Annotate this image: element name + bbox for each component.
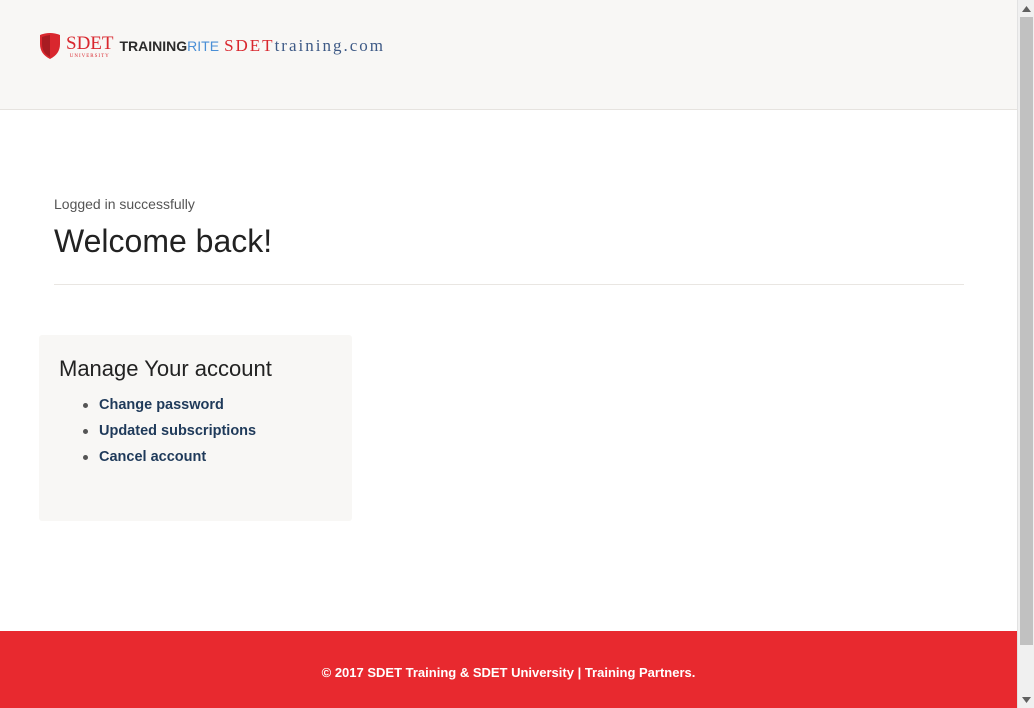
logo-sdettraining-com: SDETtraining.com bbox=[224, 36, 385, 56]
logo-rite-text: RITE bbox=[187, 38, 220, 54]
card-title: Manage Your account bbox=[59, 356, 272, 381]
logo-domain-prefix: SDET bbox=[224, 36, 275, 55]
scroll-up-arrow-icon[interactable] bbox=[1018, 0, 1034, 17]
list-item: Change password bbox=[83, 395, 256, 421]
account-links-list: Change password Updated subscriptions Ca… bbox=[83, 395, 256, 473]
page-title: Welcome back! bbox=[54, 223, 273, 259]
bullet-icon bbox=[83, 403, 88, 408]
site-footer: © 2017 SDET Training & SDET University |… bbox=[0, 631, 1017, 708]
login-status-message: Logged in successfully bbox=[54, 196, 195, 212]
scrollbar-thumb[interactable] bbox=[1020, 17, 1033, 645]
logo-domain-rest: training.com bbox=[274, 36, 385, 55]
logo-university-text: UNIVERSITY bbox=[69, 53, 110, 59]
page-viewport: SDET UNIVERSITY TRAININGRITE SDETtrainin… bbox=[0, 0, 1017, 708]
scroll-down-arrow-icon[interactable] bbox=[1018, 691, 1034, 708]
site-logo[interactable]: SDET UNIVERSITY TRAININGRITE SDETtrainin… bbox=[38, 30, 385, 62]
logo-training-text: TRAINING bbox=[119, 38, 188, 54]
vertical-scrollbar[interactable] bbox=[1017, 0, 1034, 708]
bullet-icon bbox=[83, 455, 88, 460]
change-password-link[interactable]: Change password bbox=[99, 397, 224, 413]
updated-subscriptions-link[interactable]: Updated subscriptions bbox=[99, 423, 256, 439]
logo-sdet-university: SDET UNIVERSITY bbox=[66, 34, 114, 59]
list-item: Updated subscriptions bbox=[83, 421, 256, 447]
divider bbox=[54, 284, 964, 285]
logo-trainingrite: TRAININGRITE bbox=[120, 38, 220, 54]
cancel-account-link[interactable]: Cancel account bbox=[99, 449, 206, 465]
list-item: Cancel account bbox=[83, 447, 256, 473]
shield-logo-icon bbox=[40, 33, 60, 59]
logo-sdet-text: SDET bbox=[66, 32, 114, 54]
site-header: SDET UNIVERSITY TRAININGRITE SDETtrainin… bbox=[0, 0, 1017, 110]
manage-account-card: Manage Your account Change password Upda… bbox=[39, 335, 352, 521]
footer-copyright: © 2017 SDET Training & SDET University |… bbox=[321, 665, 696, 680]
bullet-icon bbox=[83, 429, 88, 434]
